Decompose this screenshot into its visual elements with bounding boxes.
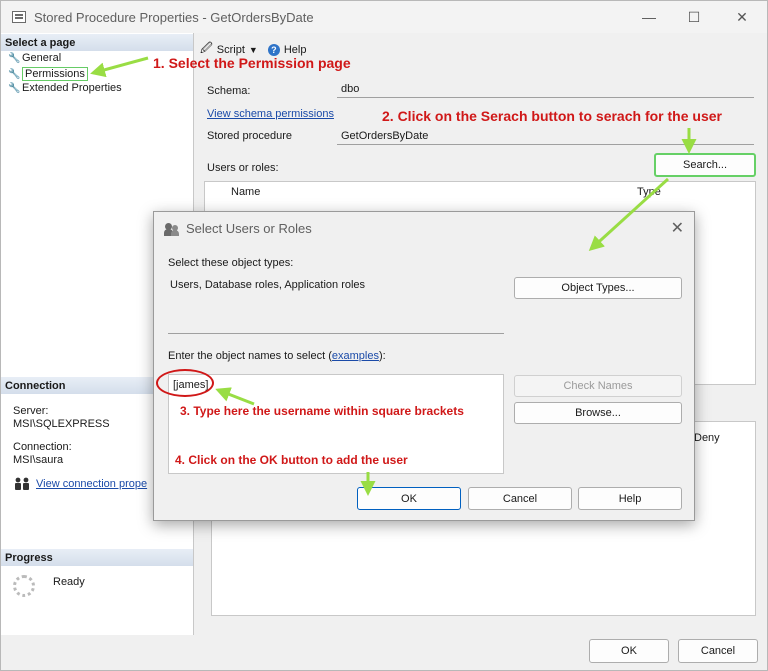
annotation-step1: 1. Select the Permission page bbox=[153, 55, 351, 71]
bottom-bar: OK Cancel bbox=[1, 635, 767, 670]
properties-window: Stored Procedure Properties - GetOrdersB… bbox=[0, 0, 768, 671]
annotation-arrows bbox=[90, 56, 697, 496]
annotation-step3: 3. Type here the username within square … bbox=[180, 404, 464, 418]
annotation-step2: 2. Click on the Serach button to serach … bbox=[382, 108, 722, 124]
annotation-step4: 4. Click on the OK button to add the use… bbox=[175, 453, 408, 467]
ok-button[interactable]: OK bbox=[589, 639, 669, 663]
cancel-button[interactable]: Cancel bbox=[678, 639, 758, 663]
